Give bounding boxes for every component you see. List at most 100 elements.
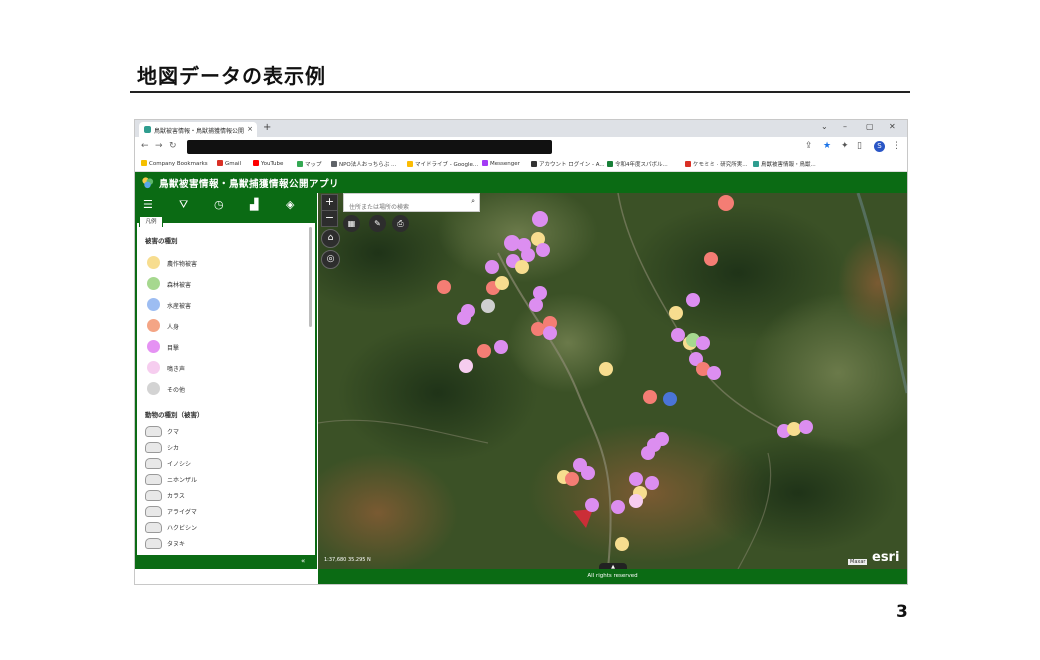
legend-label: 森林被害 <box>167 282 192 289</box>
layer-list-icon[interactable]: ☰ <box>143 198 153 211</box>
history-icon[interactable]: ◷ <box>214 198 224 211</box>
address-bar[interactable] <box>187 140 552 154</box>
app-logo-icon <box>142 177 154 189</box>
bookmark-label: マップ <box>305 162 322 168</box>
raccoon-icon <box>145 506 162 517</box>
animal-label: シカ <box>167 445 180 452</box>
menu-icon[interactable]: ⋮ <box>892 141 901 151</box>
legend-swatch <box>147 382 160 395</box>
back-icon[interactable]: ← <box>141 141 149 151</box>
bookmark-label: マイドライブ - Google... <box>415 162 479 168</box>
legend-label: 目撃 <box>167 345 180 352</box>
bookmark-item[interactable]: Messenger <box>482 160 520 167</box>
new-tab-button[interactable]: + <box>263 122 271 133</box>
home-icon[interactable]: ⌂ <box>321 229 340 248</box>
legend-swatch <box>147 361 160 374</box>
maximize-button[interactable]: ▢ <box>866 122 874 131</box>
sidebar-footer: « <box>135 556 317 569</box>
web-app: 鳥獣被害情報・鳥獣捕獲情報公開アプリ ☰ ⛛ ◷ ▟ ◈ 凡例 被害の種別 農作… <box>135 172 907 584</box>
bookmark-label: 鳥獣被害情報・鳥獣... <box>761 162 816 168</box>
bookmark-label: アカウント ログイン - A... <box>539 162 605 168</box>
bookmark-item[interactable]: マップ <box>297 160 322 168</box>
legend-label: 水産被害 <box>167 303 192 310</box>
tab-bar: 鳥獣被害情報・鳥獣捕獲情報公開 × + ⌄ – ▢ ✕ <box>135 120 907 137</box>
bookmark-icon <box>753 161 759 167</box>
search-icon[interactable]: ⌕ <box>471 197 475 206</box>
browser-toolbar: ← → ↻ ⇪ ★ ✦ ▯ S ⋮ <box>135 137 907 157</box>
browser-tab[interactable]: 鳥獣被害情報・鳥獣捕獲情報公開 × <box>139 122 257 137</box>
close-window-button[interactable]: ✕ <box>889 122 896 131</box>
slide-title: 地図データの表示例 <box>137 64 326 88</box>
bookmark-item[interactable]: Company Bookmarks <box>141 160 208 167</box>
monkey-icon <box>145 474 162 485</box>
bookmark-icon <box>482 160 488 166</box>
bookmark-item[interactable]: NPO法人おっちらぶ ... <box>331 160 396 168</box>
bookmark-icon <box>407 161 413 167</box>
side-panel-icon[interactable]: ▯ <box>857 141 862 151</box>
satellite-basemap <box>318 193 907 569</box>
bookmark-icon <box>331 161 337 167</box>
animal-label: ニホンザル <box>167 477 198 484</box>
chart-icon[interactable]: ▟ <box>250 198 258 211</box>
draw-icon[interactable]: ✎ <box>369 215 386 232</box>
deer-icon <box>145 442 162 453</box>
widget-toolbar: ☰ ⛛ ◷ ▟ ◈ <box>135 193 317 217</box>
address-search-input[interactable] <box>344 200 459 215</box>
legend-tab[interactable]: 凡例 <box>139 216 163 227</box>
sidebar: ☰ ⛛ ◷ ▟ ◈ 凡例 被害の種別 農作物被害 森林被害 水産被害 人身 目撃… <box>135 193 317 569</box>
print-icon[interactable]: ⎙ <box>392 215 409 232</box>
bookmark-icon <box>531 161 537 167</box>
minimize-button[interactable]: – <box>843 122 847 131</box>
basemap-gallery-icon[interactable]: ▦ <box>343 215 360 232</box>
legend-scrollbar[interactable] <box>309 227 312 327</box>
locate-icon[interactable]: ◎ <box>321 250 340 269</box>
map-view[interactable]: + − ⌂ ◎ ⌕ ▦ ✎ ⎙ 1:37,680 35.295 N ▲ Maxa… <box>318 193 907 569</box>
filter-icon[interactable]: ⛛ <box>179 198 188 212</box>
zoom-out-button[interactable]: − <box>321 210 338 227</box>
app-footer: All rights reserved <box>318 569 907 584</box>
legend-panel: 凡例 被害の種別 農作物被害 森林被害 水産被害 人身 目撃 鳴き声 その他 動… <box>137 216 315 555</box>
map-search[interactable]: ⌕ <box>343 193 480 215</box>
bookmark-icon <box>141 160 147 166</box>
bookmark-star-icon[interactable]: ★ <box>823 141 831 151</box>
animal-label: イノシシ <box>167 461 192 468</box>
share-icon[interactable]: ⇪ <box>805 141 813 151</box>
animal-label: カラス <box>167 493 185 500</box>
maxar-credit: Maxar <box>848 559 868 565</box>
animal-label: クマ <box>167 429 180 436</box>
bookmark-item[interactable]: YouTube <box>253 160 283 167</box>
tab-search-icon[interactable]: ⌄ <box>821 122 828 131</box>
legend-label: 鳴き声 <box>167 366 186 373</box>
reload-icon[interactable]: ↻ <box>169 141 177 151</box>
bookmark-label: Company Bookmarks <box>149 161 208 167</box>
legend-swatch <box>147 298 160 311</box>
bookmark-icon <box>217 160 223 166</box>
esri-logo: esri <box>872 550 900 565</box>
tab-title: 鳥獣被害情報・鳥獣捕獲情報公開 <box>154 128 245 135</box>
profile-avatar[interactable]: S <box>874 141 885 152</box>
legend-swatch <box>147 319 160 332</box>
app-header: 鳥獣被害情報・鳥獣捕獲情報公開アプリ <box>135 172 907 193</box>
bookmark-item[interactable]: アカウント ログイン - A... <box>531 160 605 168</box>
extensions-icon[interactable]: ✦ <box>841 141 849 151</box>
tab-close-icon[interactable]: × <box>247 125 253 133</box>
civet-icon <box>145 522 162 533</box>
tab-favicon-icon <box>144 126 151 133</box>
bookmark-item[interactable]: マイドライブ - Google... <box>407 160 478 168</box>
bookmark-item[interactable]: Gmail <box>217 160 241 167</box>
bookmark-item[interactable]: 令和4年度スパボル... <box>607 160 668 168</box>
collapse-panel-button[interactable]: « <box>301 557 305 565</box>
zoom-in-button[interactable]: + <box>321 194 338 211</box>
layers-icon[interactable]: ◈ <box>286 198 294 211</box>
bookmark-item[interactable]: ケモミミ · 研究所実... <box>685 160 748 168</box>
boar-icon <box>145 458 162 469</box>
forward-icon[interactable]: → <box>155 141 163 151</box>
damage-heading: 被害の種別 <box>145 237 178 245</box>
bookmark-label: 令和4年度スパボル... <box>615 162 668 168</box>
scale-readout: 1:37,680 35.295 N <box>324 557 371 563</box>
page-number: 3 <box>896 602 908 622</box>
bookmark-icon <box>297 161 303 167</box>
bookmark-item[interactable]: 鳥獣被害情報・鳥獣... <box>753 160 816 168</box>
animal-heading: 動物の種別（被害） <box>145 411 204 419</box>
bookmark-label: Messenger <box>490 161 520 167</box>
